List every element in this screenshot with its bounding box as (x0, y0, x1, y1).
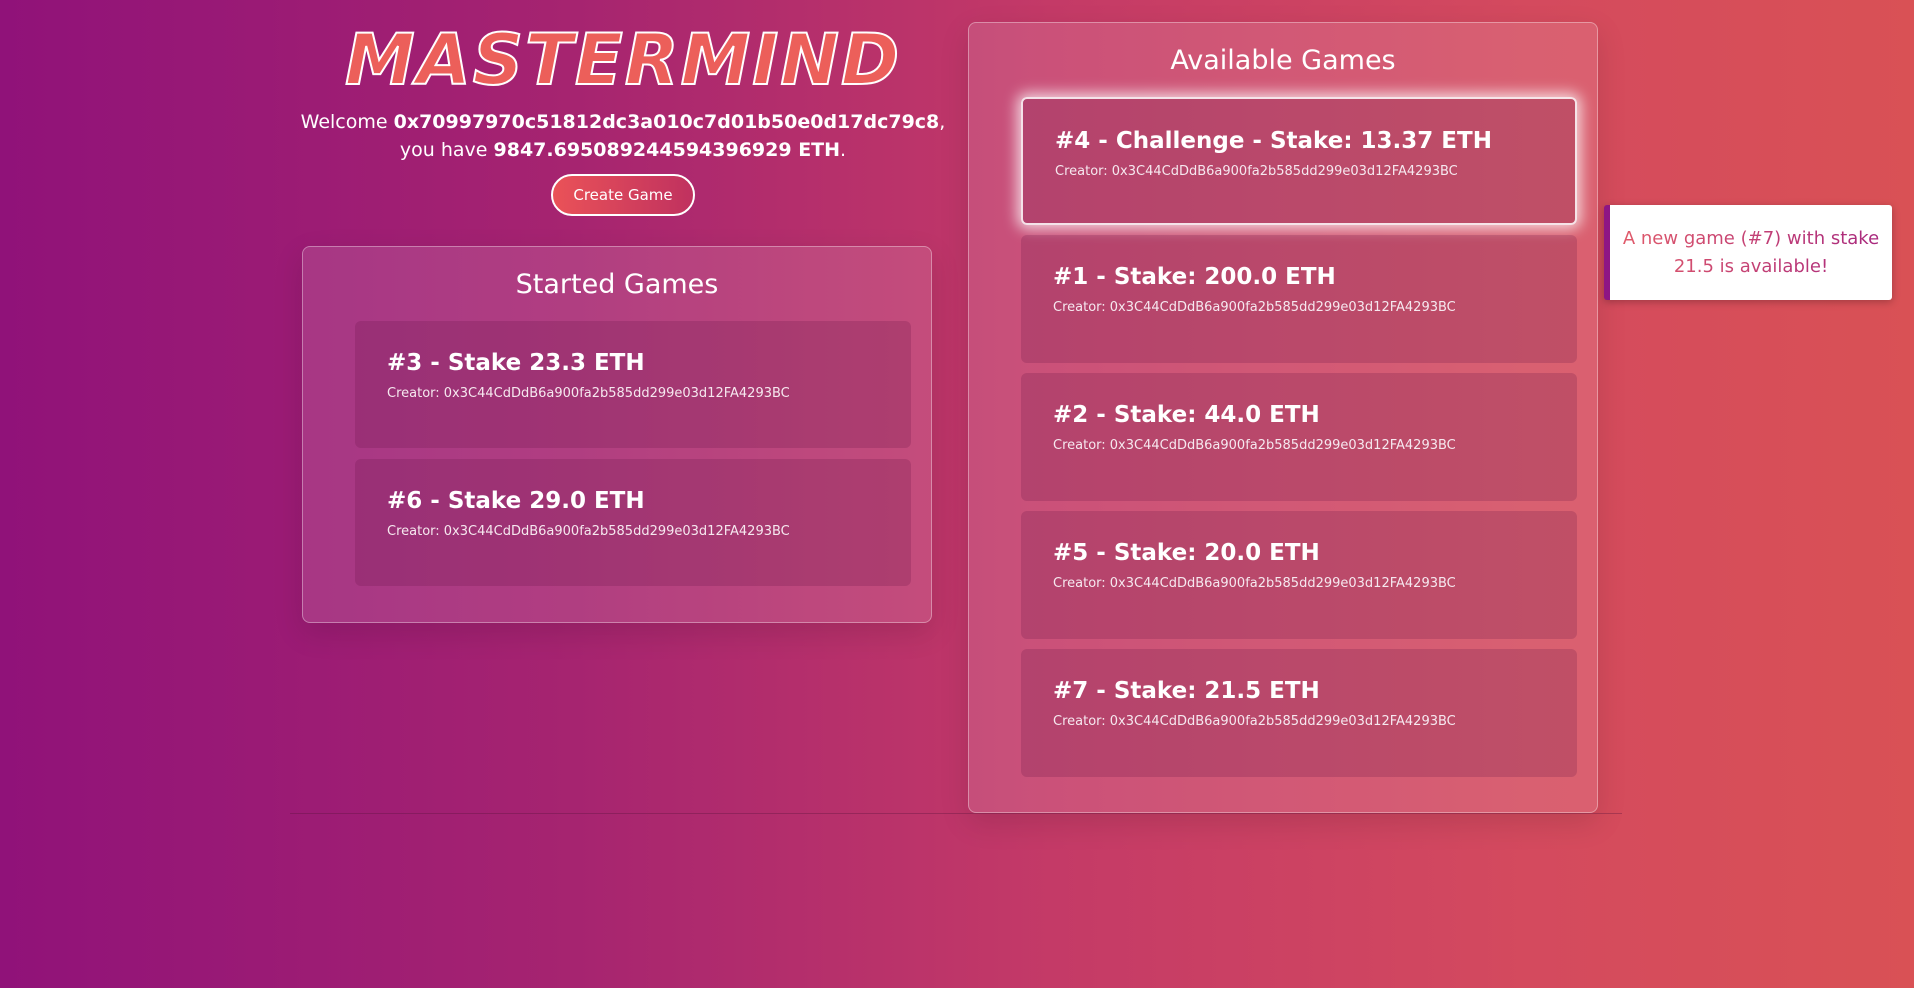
toast-message: A new game (#7) with stake 21.5 is avail… (1622, 225, 1880, 281)
available-game-card[interactable]: #1 - Stake: 200.0 ETH Creator: 0x3C44CdD… (1021, 235, 1577, 363)
game-creator: Creator: 0x3C44CdDdB6a900fa2b585dd299e03… (1053, 300, 1456, 315)
available-games-title: Available Games (1170, 45, 1396, 76)
started-game-card[interactable]: #6 - Stake 29.0 ETH Creator: 0x3C44CdDdB… (355, 459, 911, 586)
welcome-suffix: . (840, 139, 847, 161)
create-game-button[interactable]: Create Game (551, 174, 695, 216)
started-game-card[interactable]: #3 - Stake 23.3 ETH Creator: 0x3C44CdDdB… (355, 321, 911, 448)
game-title: #2 - Stake: 44.0 ETH (1053, 402, 1320, 428)
started-games-panel: Started Games #3 - Stake 23.3 ETH Creato… (302, 246, 932, 623)
game-title: #6 - Stake 29.0 ETH (387, 488, 645, 514)
available-games-list: #4 - Challenge - Stake: 13.37 ETH Creato… (1021, 97, 1577, 787)
game-creator: Creator: 0x3C44CdDdB6a900fa2b585dd299e03… (387, 386, 790, 401)
started-games-title: Started Games (515, 269, 719, 300)
game-creator: Creator: 0x3C44CdDdB6a900fa2b585dd299e03… (1055, 164, 1458, 179)
available-game-card[interactable]: #2 - Stake: 44.0 ETH Creator: 0x3C44CdDd… (1021, 373, 1577, 501)
game-title: #1 - Stake: 200.0 ETH (1053, 264, 1336, 290)
welcome-message: Welcome 0x70997970c51812dc3a010c7d01b50e… (300, 108, 946, 164)
available-game-card[interactable]: #5 - Stake: 20.0 ETH Creator: 0x3C44CdDd… (1021, 511, 1577, 639)
game-title: #4 - Challenge - Stake: 13.37 ETH (1055, 128, 1492, 154)
game-creator: Creator: 0x3C44CdDdB6a900fa2b585dd299e03… (1053, 576, 1456, 591)
footer-divider (290, 813, 1622, 814)
started-games-list: #3 - Stake 23.3 ETH Creator: 0x3C44CdDdB… (355, 321, 911, 597)
game-creator: Creator: 0x3C44CdDdB6a900fa2b585dd299e03… (387, 524, 790, 539)
game-creator: Creator: 0x3C44CdDdB6a900fa2b585dd299e03… (1053, 714, 1456, 729)
game-title: #7 - Stake: 21.5 ETH (1053, 678, 1320, 704)
new-game-toast[interactable]: A new game (#7) with stake 21.5 is avail… (1604, 205, 1892, 300)
available-game-card[interactable]: #7 - Stake: 21.5 ETH Creator: 0x3C44CdDd… (1021, 649, 1577, 777)
game-title: #3 - Stake 23.3 ETH (387, 350, 645, 376)
welcome-prefix: Welcome (300, 111, 394, 133)
game-title: #5 - Stake: 20.0 ETH (1053, 540, 1320, 566)
wallet-address: 0x70997970c51812dc3a010c7d01b50e0d17dc79… (393, 111, 940, 133)
available-games-panel: Available Games #4 - Challenge - Stake: … (968, 22, 1598, 813)
app-logo: MASTERMIND (344, 19, 902, 101)
header: MASTERMIND Welcome 0x70997970c51812dc3a0… (300, 19, 946, 216)
available-game-card[interactable]: #4 - Challenge - Stake: 13.37 ETH Creato… (1021, 97, 1577, 225)
game-creator: Creator: 0x3C44CdDdB6a900fa2b585dd299e03… (1053, 438, 1456, 453)
wallet-balance: 9847.695089244594396929 ETH (493, 139, 841, 161)
